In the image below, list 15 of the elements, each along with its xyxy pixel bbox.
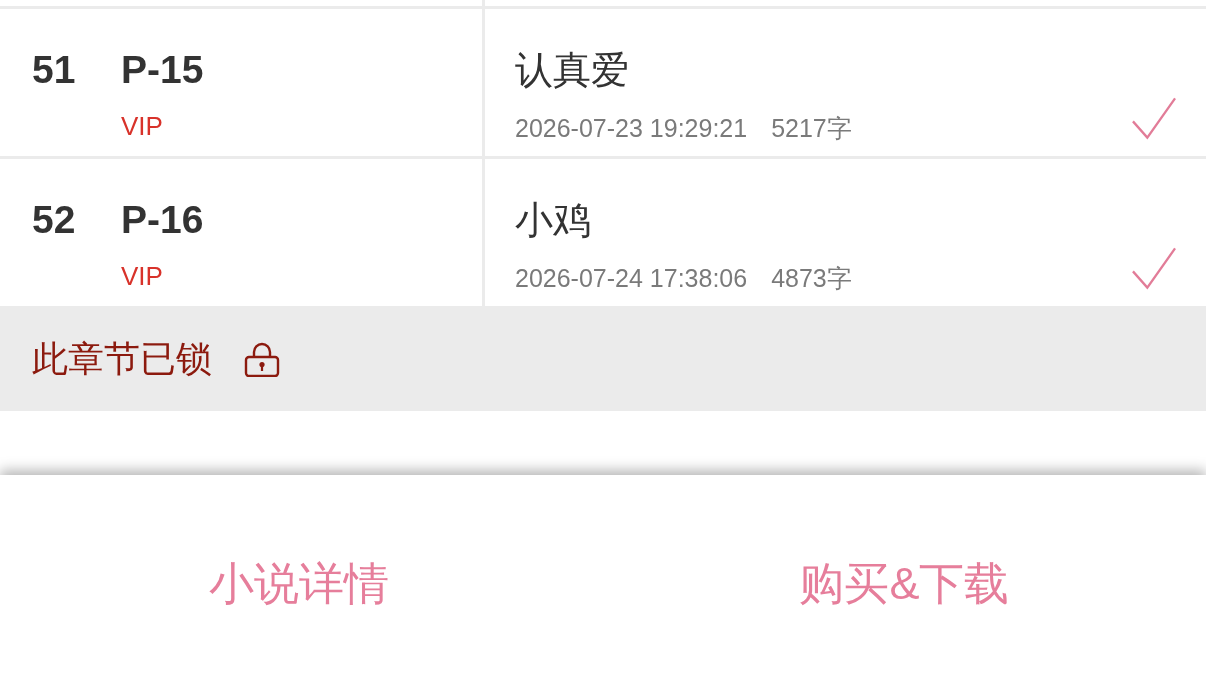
- chapter-code: P-16: [121, 197, 205, 243]
- chapter-number: 52: [32, 197, 77, 243]
- chapter-title: 认真爱: [515, 48, 629, 93]
- word-count: 4873字: [771, 263, 852, 293]
- chapter-code: P-15: [121, 47, 205, 93]
- vip-label: VIP: [121, 111, 163, 141]
- locked-notice-text: 此章节已锁: [32, 336, 212, 381]
- padlock-icon: [244, 340, 280, 377]
- chapter-number: 51: [32, 47, 77, 93]
- word-count: 5217字: [771, 113, 852, 143]
- update-time: 2026-07-24 17:38:06: [515, 263, 748, 293]
- vip-label: VIP: [121, 261, 163, 291]
- chapter-row[interactable]: 51 P-15 VIP 认真爱 2026-07-23 19:29:21 5217字: [0, 9, 1206, 159]
- chapter-title: 小鸡: [515, 198, 591, 243]
- update-time: 2026-07-23 19:29:21: [515, 113, 748, 143]
